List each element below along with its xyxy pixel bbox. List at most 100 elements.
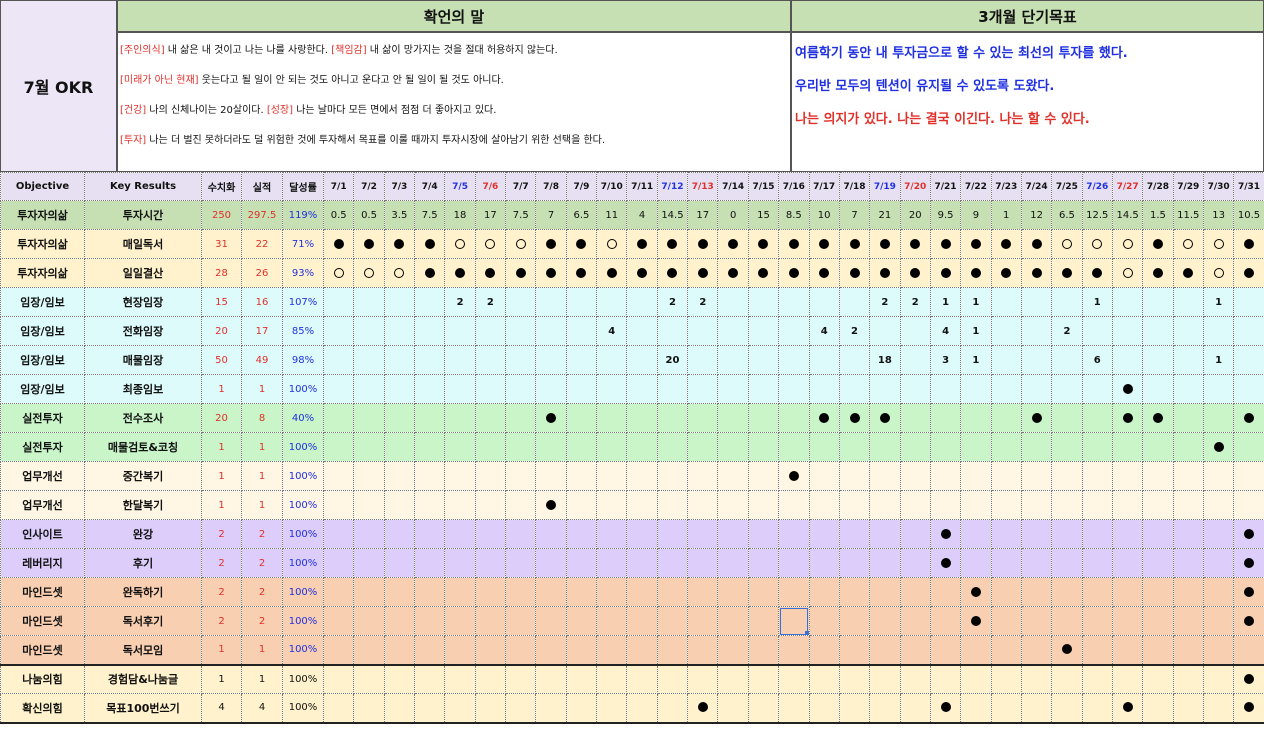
day-cell-filled[interactable] [717, 258, 749, 288]
day-cell[interactable] [717, 374, 749, 404]
date-header[interactable]: 7/4 [414, 172, 446, 201]
objective-cell[interactable]: 실전투자 [0, 432, 85, 462]
day-cell[interactable] [383, 287, 416, 317]
day-cell[interactable]: 18 [444, 200, 476, 230]
day-cell[interactable] [929, 577, 962, 607]
day-cell[interactable]: 1 [929, 287, 962, 317]
actual-cell[interactable]: 1 [241, 432, 283, 462]
day-cell[interactable] [383, 519, 416, 549]
day-cell[interactable] [1233, 287, 1264, 317]
day-cell[interactable] [1081, 374, 1113, 404]
day-cell[interactable] [899, 577, 931, 607]
day-cell[interactable] [1233, 461, 1264, 491]
objective-cell[interactable]: 레버리지 [0, 548, 85, 578]
actual-cell[interactable]: 16 [241, 287, 283, 317]
day-cell[interactable] [1020, 577, 1053, 607]
day-cell[interactable] [505, 461, 537, 491]
day-cell-filled[interactable] [535, 403, 567, 433]
day-cell[interactable] [1202, 461, 1235, 491]
day-cell[interactable]: 1 [1202, 345, 1235, 375]
day-cell[interactable] [505, 490, 537, 520]
day-cell[interactable] [353, 345, 385, 375]
day-cell[interactable] [322, 635, 355, 665]
date-header[interactable]: 7/16 [778, 172, 810, 201]
day-cell[interactable] [322, 577, 355, 607]
day-cell[interactable] [747, 432, 780, 462]
date-header[interactable]: 7/22 [960, 172, 992, 201]
day-cell[interactable] [1020, 519, 1053, 549]
day-cell[interactable] [1233, 432, 1264, 462]
day-cell[interactable] [444, 693, 476, 724]
day-cell[interactable]: 8.5 [778, 200, 810, 230]
day-cell[interactable] [444, 316, 476, 346]
day-cell[interactable] [687, 490, 719, 520]
day-cell[interactable] [383, 403, 416, 433]
day-cell[interactable] [869, 490, 901, 520]
day-cell[interactable] [1051, 577, 1083, 607]
day-cell[interactable]: 15 [747, 200, 780, 230]
day-cell-filled[interactable] [838, 403, 871, 433]
column-header-actual[interactable]: 실적 [241, 172, 283, 201]
day-cell-empty[interactable] [322, 258, 355, 288]
day-cell[interactable] [1142, 663, 1174, 694]
day-cell[interactable] [444, 548, 476, 578]
day-cell[interactable] [1233, 490, 1264, 520]
day-cell[interactable] [929, 663, 962, 694]
day-cell[interactable] [687, 577, 719, 607]
day-cell[interactable] [1172, 432, 1204, 462]
day-cell-filled[interactable] [444, 258, 476, 288]
rate-cell[interactable]: 100% [282, 635, 324, 665]
day-cell-empty[interactable] [474, 229, 507, 259]
day-cell[interactable] [808, 577, 840, 607]
day-cell[interactable] [1081, 606, 1113, 636]
day-cell-filled[interactable] [929, 229, 962, 259]
day-cell[interactable] [960, 663, 992, 694]
day-cell-filled[interactable] [353, 229, 385, 259]
day-cell[interactable] [717, 287, 749, 317]
day-cell[interactable] [535, 577, 567, 607]
date-header[interactable]: 7/15 [747, 172, 780, 201]
actual-cell[interactable]: 22 [241, 229, 283, 259]
day-cell[interactable] [596, 345, 628, 375]
key-result-cell[interactable]: 한달복기 [84, 490, 202, 520]
day-cell[interactable] [687, 519, 719, 549]
day-cell[interactable]: 18 [869, 345, 901, 375]
day-cell[interactable] [444, 577, 476, 607]
day-cell[interactable] [838, 374, 871, 404]
day-cell[interactable] [687, 432, 719, 462]
day-cell[interactable]: 11 [596, 200, 628, 230]
day-cell[interactable] [565, 519, 598, 549]
okr-title[interactable]: 7월 OKR [0, 0, 117, 172]
day-cell[interactable] [1202, 374, 1235, 404]
day-cell[interactable] [1020, 374, 1053, 404]
day-cell[interactable] [1142, 345, 1174, 375]
day-cell[interactable] [656, 577, 689, 607]
day-cell[interactable]: 1 [960, 316, 992, 346]
day-cell[interactable]: 1 [990, 200, 1022, 230]
day-cell[interactable] [899, 316, 931, 346]
day-cell[interactable] [1233, 374, 1264, 404]
numeric-cell[interactable]: 1 [201, 432, 242, 462]
objective-cell[interactable]: 마인드셋 [0, 606, 85, 636]
day-cell[interactable] [444, 432, 476, 462]
day-cell[interactable] [899, 548, 931, 578]
day-cell-filled[interactable] [535, 258, 567, 288]
date-header[interactable]: 7/2 [353, 172, 385, 201]
day-cell[interactable] [1051, 606, 1083, 636]
day-cell-filled[interactable] [778, 461, 810, 491]
day-cell[interactable] [990, 461, 1022, 491]
day-cell[interactable] [505, 693, 537, 724]
day-cell[interactable] [414, 606, 446, 636]
day-cell[interactable] [1051, 403, 1083, 433]
key-result-cell[interactable]: 목표100번쓰기 [84, 693, 202, 724]
day-cell[interactable] [353, 432, 385, 462]
day-cell[interactable]: 12.5 [1081, 200, 1113, 230]
day-cell[interactable]: 2 [656, 287, 689, 317]
numeric-cell[interactable]: 2 [201, 519, 242, 549]
day-cell[interactable] [1202, 663, 1235, 694]
day-cell[interactable] [626, 316, 658, 346]
day-cell[interactable] [596, 374, 628, 404]
day-cell[interactable] [687, 403, 719, 433]
day-cell[interactable] [596, 519, 628, 549]
day-cell[interactable] [960, 432, 992, 462]
